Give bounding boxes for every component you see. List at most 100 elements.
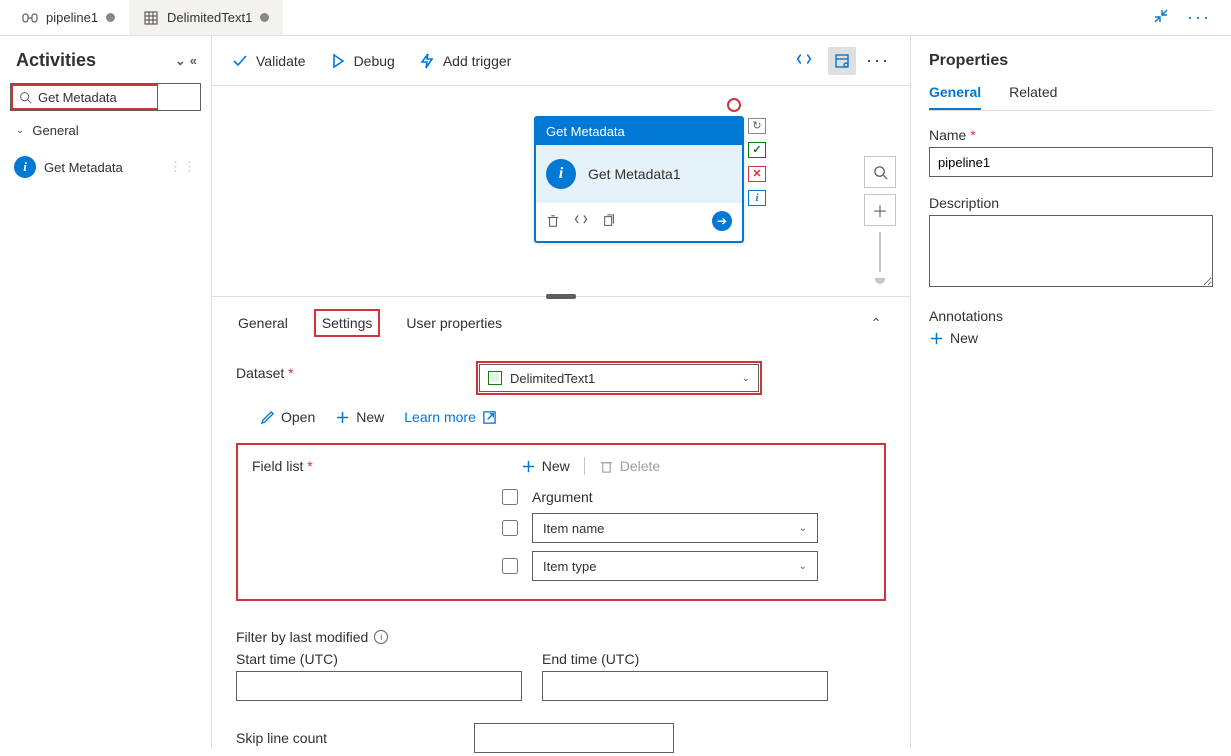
description-label: Description xyxy=(929,195,1213,211)
delete-icon[interactable] xyxy=(546,214,560,228)
chevron-down-icon: ⌄ xyxy=(799,523,807,534)
document-tabs: pipeline1 DelimitedText1 ··· xyxy=(0,0,1231,36)
canvas-tools: ＋ xyxy=(864,156,896,284)
select-all-checkbox[interactable] xyxy=(502,489,518,505)
tab-pipeline1[interactable]: pipeline1 xyxy=(8,0,129,35)
chevron-down-icon: ⌄ xyxy=(742,373,750,384)
new-dataset-button[interactable]: New xyxy=(335,409,384,425)
row-checkbox[interactable] xyxy=(502,520,518,536)
info-tooltip-icon[interactable]: i xyxy=(374,630,388,644)
chevron-down-icon: ⌄ xyxy=(16,125,24,136)
end-time-input[interactable] xyxy=(542,671,828,701)
dataset-label: Dataset * xyxy=(236,361,456,381)
code-icon[interactable] xyxy=(574,214,588,228)
drag-handle-icon[interactable]: ⋮⋮ xyxy=(169,159,197,175)
dataset-select-highlight: DelimitedText1 ⌄ xyxy=(476,361,762,395)
dirty-indicator-icon xyxy=(106,13,115,22)
info-icon: i xyxy=(14,156,36,178)
field-list-section: Field list * New Delete xyxy=(236,443,886,601)
play-icon xyxy=(330,53,346,69)
activity-config-panel: General Settings User properties ⌃ Datas… xyxy=(212,296,910,756)
node-name-label: Get Metadata1 xyxy=(588,166,681,182)
open-dataset-button[interactable]: Open xyxy=(260,409,315,425)
dirty-indicator-icon xyxy=(260,13,269,22)
search-input[interactable]: Get Metadata xyxy=(38,90,117,105)
pipeline-canvas[interactable]: Get Metadata i Get Metadata1 ➔ xyxy=(212,86,910,748)
activity-get-metadata[interactable]: i Get Metadata ⋮⋮ xyxy=(8,152,203,182)
activity-search: Get Metadata xyxy=(10,83,201,111)
properties-view-button[interactable] xyxy=(828,47,856,75)
skip-line-label: Skip line count xyxy=(236,730,454,746)
collapse-config-icon[interactable]: ⌃ xyxy=(870,315,886,332)
expand-all-icon[interactable]: ⌄ xyxy=(175,53,186,69)
argument-header: Argument xyxy=(532,489,593,505)
add-trigger-button[interactable]: Add trigger xyxy=(419,53,511,69)
breakpoint-icon[interactable] xyxy=(727,98,741,112)
argument-select[interactable]: Item type ⌄ xyxy=(532,551,818,581)
field-list-new-button[interactable]: New xyxy=(521,458,570,474)
dataset-type-icon xyxy=(488,371,502,385)
new-annotation-button[interactable]: New xyxy=(929,330,1213,346)
description-input[interactable] xyxy=(929,215,1213,287)
dataset-icon xyxy=(143,10,159,26)
props-tab-general[interactable]: General xyxy=(929,84,981,110)
learn-more-link[interactable]: Learn more xyxy=(404,409,497,425)
run-icon[interactable]: ➔ xyxy=(712,211,732,231)
validate-button[interactable]: Validate xyxy=(232,53,306,69)
check-icon xyxy=(232,53,248,69)
edit-icon xyxy=(260,410,275,425)
dataset-select[interactable]: DelimitedText1 ⌄ xyxy=(479,364,759,392)
zoom-search-button[interactable] xyxy=(864,156,896,188)
config-tab-user-properties[interactable]: User properties xyxy=(404,309,504,337)
tabbar-actions: ··· xyxy=(1149,3,1223,32)
info-icon: i xyxy=(546,159,576,189)
debug-button[interactable]: Debug xyxy=(330,53,395,69)
config-tab-general[interactable]: General xyxy=(236,309,290,337)
collapse-panel-icon[interactable]: « xyxy=(190,53,197,69)
node-type-label: Get Metadata xyxy=(536,118,742,145)
status-success-icon[interactable]: ✓ xyxy=(748,142,766,158)
more-menu-icon[interactable]: ··· xyxy=(866,50,890,71)
chevron-down-icon: ⌄ xyxy=(799,561,807,572)
activities-panel: Activities ⌄ « Get Metadata ⌄ General i xyxy=(0,36,212,748)
start-time-input[interactable] xyxy=(236,671,522,701)
tab-delimitedtext1[interactable]: DelimitedText1 xyxy=(129,0,283,35)
field-list-row: Item type ⌄ xyxy=(502,551,870,581)
external-link-icon xyxy=(482,410,497,425)
config-tab-settings[interactable]: Settings xyxy=(314,309,381,337)
activities-title: Activities xyxy=(16,50,96,71)
pipeline-icon xyxy=(22,10,38,26)
bolt-icon xyxy=(419,53,435,69)
more-icon[interactable]: ··· xyxy=(1183,3,1215,32)
trash-icon xyxy=(599,459,614,474)
status-completion-icon[interactable]: i xyxy=(748,190,766,206)
section-label: General xyxy=(32,123,78,138)
search-icon xyxy=(19,91,32,104)
node-status-handles: ↻ ✓ ✕ i xyxy=(748,118,766,206)
props-tab-related[interactable]: Related xyxy=(1009,84,1057,110)
field-list-label: Field list * xyxy=(252,458,313,474)
start-time-label: Start time (UTC) xyxy=(236,651,522,667)
activity-node-get-metadata[interactable]: Get Metadata i Get Metadata1 ➔ xyxy=(534,116,744,243)
panel-resize-handle[interactable] xyxy=(546,294,576,299)
zoom-track[interactable] xyxy=(879,232,881,272)
pipeline-name-input[interactable] xyxy=(929,147,1213,177)
name-label: Name * xyxy=(929,127,1213,143)
properties-panel: Properties General Related Name * Descri… xyxy=(911,36,1231,748)
add-activity-button[interactable]: ＋ xyxy=(864,194,896,226)
filter-label: Filter by last modified i xyxy=(236,629,886,645)
argument-select[interactable]: Item name ⌄ xyxy=(532,513,818,543)
row-checkbox[interactable] xyxy=(502,558,518,574)
end-time-label: End time (UTC) xyxy=(542,651,828,667)
skip-line-input[interactable] xyxy=(474,723,674,753)
copy-icon[interactable] xyxy=(602,214,616,228)
tab-label: DelimitedText1 xyxy=(167,10,252,25)
tab-label: pipeline1 xyxy=(46,10,98,25)
status-fail-icon[interactable]: ✕ xyxy=(748,166,766,182)
collapse-icon[interactable] xyxy=(1149,4,1173,31)
status-skip-icon[interactable]: ↻ xyxy=(748,118,766,134)
annotations-label: Annotations xyxy=(929,308,1213,324)
code-view-button[interactable] xyxy=(790,47,818,75)
pipeline-toolbar: Validate Debug Add trigger ··· xyxy=(212,36,910,86)
section-general[interactable]: ⌄ General xyxy=(8,119,203,142)
